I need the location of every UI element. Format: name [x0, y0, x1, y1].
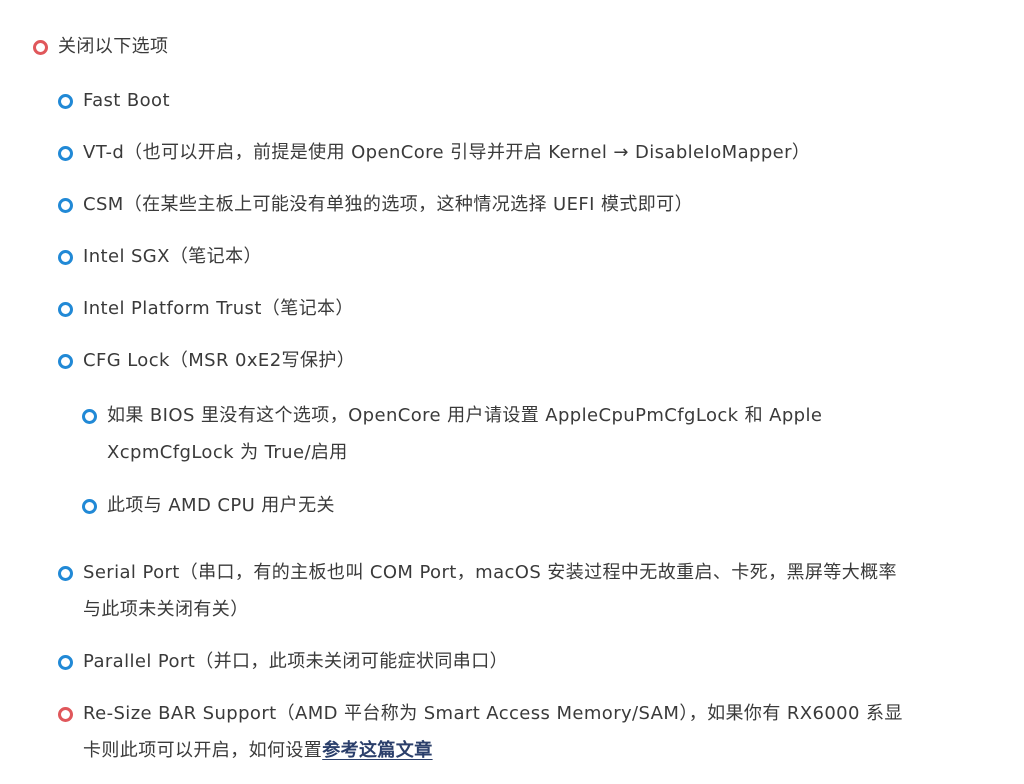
- list-item-label: CSM（在某些主板上可能没有单独的选项，这种情况选择 UEFI 模式即可）: [83, 194, 693, 215]
- heading-label: 关闭以下选项: [58, 36, 169, 57]
- blue-bullet-icon: [82, 499, 97, 514]
- serial-port-line2: 与此项未关闭有关）: [83, 599, 249, 620]
- parallel-port-label: Parallel Port（并口，此项未关闭可能症状同串口）: [83, 651, 508, 672]
- sub-list-item-line2: XcpmCfgLock 为 True/启用: [107, 442, 348, 463]
- red-bullet-icon: [33, 40, 48, 55]
- blue-bullet-icon: [58, 198, 73, 213]
- resize-bar-line1: Re-Size BAR Support（AMD 平台称为 Smart Acces…: [83, 703, 903, 724]
- list-item-label: VT-d（也可以开启，前提是使用 OpenCore 引导并开启 Kernel →…: [83, 142, 811, 163]
- sub-list-item-label: 此项与 AMD CPU 用户无关: [107, 495, 335, 516]
- red-bullet-icon: [58, 707, 73, 722]
- blue-bullet-icon: [58, 655, 73, 670]
- list-item-label: Fast Boot: [83, 90, 170, 111]
- list-item-label: Intel SGX（笔记本）: [83, 246, 262, 267]
- blue-bullet-icon: [58, 146, 73, 161]
- reference-article-link[interactable]: 参考这篇文章: [322, 740, 432, 761]
- blue-bullet-icon: [58, 566, 73, 581]
- document-body: 关闭以下选项 Fast Boot VT-d（也可以开启，前提是使用 OpenCo…: [0, 0, 1024, 784]
- blue-bullet-icon: [58, 250, 73, 265]
- resize-bar-line2: 卡则此项可以开启，如何设置参考这篇文章: [83, 732, 433, 769]
- blue-bullet-icon: [58, 354, 73, 369]
- blue-bullet-icon: [82, 409, 97, 424]
- resize-bar-line2-prefix: 卡则此项可以开启，如何设置: [83, 740, 323, 761]
- blue-bullet-icon: [58, 94, 73, 109]
- list-item-label: Intel Platform Trust（笔记本）: [83, 298, 354, 319]
- serial-port-line1: Serial Port（串口，有的主板也叫 COM Port，macOS 安装过…: [83, 562, 897, 583]
- list-item-label: CFG Lock（MSR 0xE2写保护）: [83, 350, 356, 371]
- blue-bullet-icon: [58, 302, 73, 317]
- sub-list-item-line1: 如果 BIOS 里没有这个选项，OpenCore 用户请设置 AppleCpuP…: [107, 405, 823, 426]
